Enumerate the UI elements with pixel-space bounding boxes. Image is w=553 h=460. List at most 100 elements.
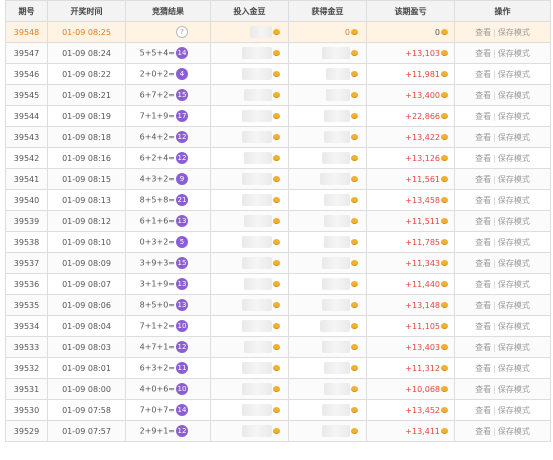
- result-ball: 13: [176, 278, 188, 290]
- result-expression: 3+9+3=: [139, 258, 175, 268]
- profit-cell: +11,561: [366, 168, 455, 190]
- save-mode-link[interactable]: 保存模式: [498, 28, 530, 37]
- result-expression: 6+1+6=: [139, 216, 175, 226]
- view-link[interactable]: 查看: [475, 343, 491, 352]
- save-mode-link[interactable]: 保存模式: [498, 343, 530, 352]
- save-mode-link[interactable]: 保存模式: [498, 238, 530, 247]
- ops-separator: |: [493, 216, 496, 226]
- draw-time: 01-09 08:09: [47, 252, 126, 274]
- view-link[interactable]: 查看: [475, 238, 491, 247]
- actions-cell: 查看 | 保存模式: [454, 315, 551, 337]
- gold-bean-icon: [273, 344, 280, 350]
- save-mode-link[interactable]: 保存模式: [498, 364, 530, 373]
- profit-value: +11,785: [405, 237, 440, 247]
- won-beans-cell: [288, 231, 367, 253]
- save-mode-link[interactable]: 保存模式: [498, 322, 530, 331]
- actions-cell: 查看 | 保存模式: [454, 357, 551, 379]
- view-link[interactable]: 查看: [475, 364, 491, 373]
- view-link[interactable]: 查看: [475, 406, 491, 415]
- won-beans-value: 0: [344, 27, 350, 37]
- masked-bet-beans: [242, 194, 272, 206]
- bet-beans-cell: [210, 399, 289, 421]
- save-mode-link[interactable]: 保存模式: [498, 112, 530, 121]
- table-row: 39539 01-09 08:12 6+1+6= 13 +11,511 查看 | 保存…: [5, 210, 551, 232]
- masked-bet-beans: [242, 173, 272, 185]
- result-cell: 0+3+2= 5: [125, 231, 211, 253]
- actions-cell: 查看 | 保存模式: [454, 168, 551, 190]
- profit-cell: +13,126: [366, 147, 455, 169]
- view-link[interactable]: 查看: [475, 49, 491, 58]
- profit-value: +10,068: [405, 384, 440, 394]
- save-mode-link[interactable]: 保存模式: [498, 175, 530, 184]
- draw-time: 01-09 08:06: [47, 294, 126, 316]
- view-link[interactable]: 查看: [475, 301, 491, 310]
- view-link[interactable]: 查看: [475, 217, 491, 226]
- ops-separator: |: [493, 300, 496, 310]
- actions-cell: 查看 | 保存模式: [454, 147, 551, 169]
- result-ball: 17: [176, 110, 188, 122]
- masked-won-beans: [322, 152, 350, 164]
- bet-beans-cell: [210, 84, 289, 106]
- table-row: 39531 01-09 08:00 4+0+6= 10 +10,068 查看 | 保存…: [5, 378, 551, 400]
- result-cell: 6+3+2= 11: [125, 357, 211, 379]
- won-beans-cell: [288, 420, 367, 442]
- issue-number: 39531: [5, 378, 48, 400]
- save-mode-link[interactable]: 保存模式: [498, 217, 530, 226]
- view-link[interactable]: 查看: [475, 427, 491, 436]
- gold-bean-icon: [273, 407, 280, 413]
- save-mode-link[interactable]: 保存模式: [498, 91, 530, 100]
- view-link[interactable]: 查看: [475, 322, 491, 331]
- view-link[interactable]: 查看: [475, 112, 491, 121]
- save-mode-link[interactable]: 保存模式: [498, 301, 530, 310]
- view-link[interactable]: 查看: [475, 28, 491, 37]
- gold-bean-icon: [441, 386, 448, 392]
- view-link[interactable]: 查看: [475, 133, 491, 142]
- save-mode-link[interactable]: 保存模式: [498, 49, 530, 58]
- actions-cell: 查看 | 保存模式: [454, 378, 551, 400]
- view-link[interactable]: 查看: [475, 154, 491, 163]
- masked-bet-beans: [242, 299, 272, 311]
- result-ball: 13: [176, 299, 188, 311]
- won-beans-cell: [288, 273, 367, 295]
- gold-bean-icon: [273, 176, 280, 182]
- gold-bean-icon: [273, 113, 280, 119]
- view-link[interactable]: 查看: [475, 91, 491, 100]
- masked-bet-beans: [242, 404, 272, 416]
- gold-bean-icon: [273, 50, 280, 56]
- header-result: 竞猜结果: [125, 0, 211, 22]
- save-mode-link[interactable]: 保存模式: [498, 427, 530, 436]
- header-actions: 操作: [454, 0, 551, 22]
- view-link[interactable]: 查看: [475, 175, 491, 184]
- draw-time: 01-09 08:24: [47, 42, 126, 64]
- save-mode-link[interactable]: 保存模式: [498, 154, 530, 163]
- result-ball: 9: [176, 173, 188, 185]
- ops-separator: |: [493, 69, 496, 79]
- masked-won-beans: [326, 89, 350, 101]
- view-link[interactable]: 查看: [475, 196, 491, 205]
- result-ball: 12: [176, 152, 188, 164]
- save-mode-link[interactable]: 保存模式: [498, 385, 530, 394]
- save-mode-link[interactable]: 保存模式: [498, 280, 530, 289]
- save-mode-link[interactable]: 保存模式: [498, 406, 530, 415]
- save-mode-link[interactable]: 保存模式: [498, 259, 530, 268]
- draw-time: 01-09 08:21: [47, 84, 126, 106]
- view-link[interactable]: 查看: [475, 280, 491, 289]
- profit-value: +11,561: [405, 174, 440, 184]
- view-link[interactable]: 查看: [475, 385, 491, 394]
- save-mode-link[interactable]: 保存模式: [498, 196, 530, 205]
- view-link[interactable]: 查看: [475, 259, 491, 268]
- masked-won-beans: [324, 236, 350, 248]
- masked-bet-beans: [244, 152, 272, 164]
- profit-value: +13,103: [405, 48, 440, 58]
- result-ball: 12: [176, 425, 188, 437]
- save-mode-link[interactable]: 保存模式: [498, 133, 530, 142]
- save-mode-link[interactable]: 保存模式: [498, 70, 530, 79]
- view-link[interactable]: 查看: [475, 70, 491, 79]
- won-beans-cell: [288, 294, 367, 316]
- won-beans-cell: [288, 105, 367, 127]
- actions-cell: 查看 | 保存模式: [454, 399, 551, 421]
- masked-won-beans: [324, 110, 350, 122]
- bet-beans-cell: [210, 210, 289, 232]
- profit-value: 0: [434, 27, 440, 37]
- gold-bean-icon: [351, 92, 358, 98]
